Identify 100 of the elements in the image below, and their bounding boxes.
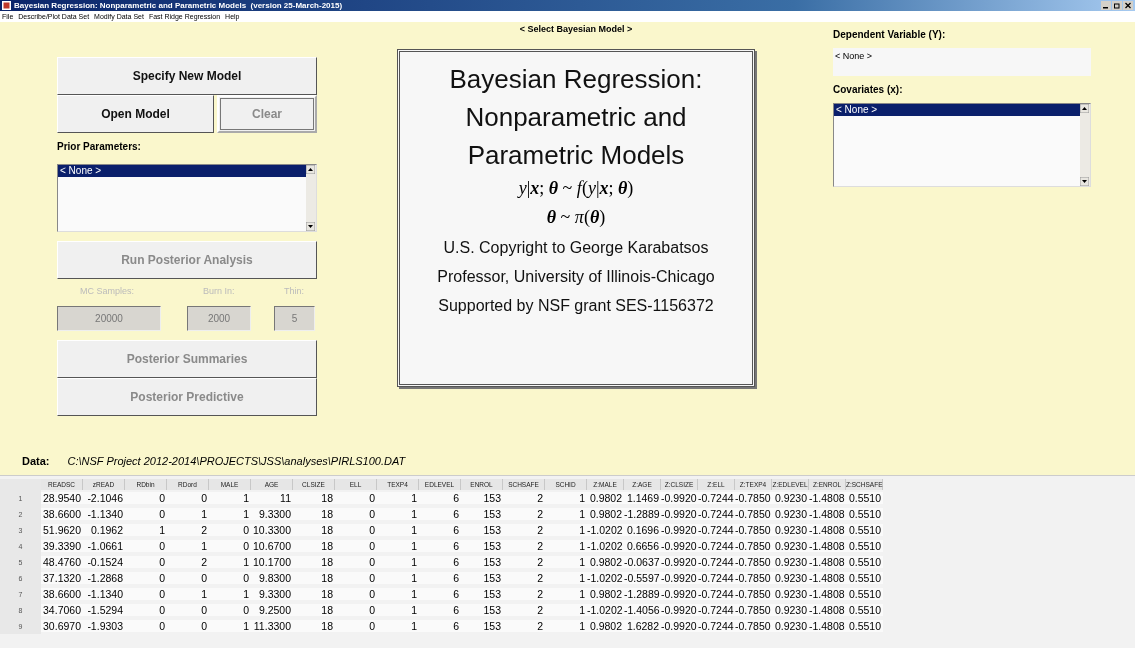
table-cell: -1.2889 [624, 508, 661, 520]
table-cell: -0.7850 [735, 572, 772, 584]
table-cell: -0.7244 [698, 524, 735, 536]
table-cell: 1 [545, 604, 587, 616]
table-cell: 0.9802 [587, 588, 624, 600]
restore-icon[interactable] [1112, 1, 1122, 10]
table-cell: 39.3390 [41, 540, 83, 552]
table-cell: 0 [167, 620, 209, 632]
table-cell: 0 [335, 620, 377, 632]
table-cell: 153 [461, 508, 503, 520]
scroll-up-icon[interactable] [1080, 104, 1089, 113]
table-cell: 6 [419, 588, 461, 600]
table-cell: -0.7850 [735, 620, 772, 632]
table-cell: -0.7244 [698, 540, 735, 552]
table-cell: 1 [167, 540, 209, 552]
table-cell: 0 [125, 556, 167, 568]
table-cell: 10.6700 [251, 540, 293, 552]
formula: y|x; θ ~ f(y|x; θ) [518, 178, 634, 199]
table-cell: 6 [419, 524, 461, 536]
table-cell: 153 [461, 588, 503, 600]
table-cell: 0.9230 [772, 588, 809, 600]
table-cell: 9.2500 [251, 604, 293, 616]
table-cell: 0 [125, 492, 167, 504]
scroll-down-icon[interactable] [1080, 177, 1089, 186]
scroll-up-icon[interactable] [306, 165, 315, 174]
table-cell: -2.1046 [83, 492, 125, 504]
table-cell: 1 [377, 492, 419, 504]
table-cell: -0.1524 [83, 556, 125, 568]
table-cell: 0.9802 [587, 508, 624, 520]
table-cell: 1 [377, 572, 419, 584]
table-cell: 0 [125, 540, 167, 552]
table-cell: 0 [335, 604, 377, 616]
table-cell: -0.7850 [735, 604, 772, 616]
table-cell: 1 [209, 508, 251, 520]
table-cell: 48.4760 [41, 556, 83, 568]
table-cell: 0 [209, 572, 251, 584]
table-cell: -0.7850 [735, 556, 772, 568]
specify-model-button[interactable]: Specify New Model [57, 57, 317, 95]
table-cell: 6 [419, 540, 461, 552]
open-model-button[interactable]: Open Model [57, 95, 214, 133]
table-cell: 18 [293, 524, 335, 536]
splash-title: Nonparametric and [465, 102, 687, 132]
table-cell: -0.7850 [735, 588, 772, 600]
table-cell: -0.5597 [624, 572, 661, 584]
table-cell: -0.0637 [624, 556, 661, 568]
table-cell: 1 [209, 556, 251, 568]
table-cell: -1.4808 [809, 620, 846, 632]
list-item[interactable]: < None > [58, 165, 306, 177]
table-cell: -1.4056 [624, 604, 661, 616]
table-cell: 0.9230 [772, 540, 809, 552]
table-cell: 0.9230 [772, 492, 809, 504]
table-cell: -0.9920 [661, 588, 698, 600]
table-cell: 2 [503, 604, 545, 616]
table-cell: 10.1700 [251, 556, 293, 568]
table-cell: 1 [545, 556, 587, 568]
table-cell: -1.0661 [83, 540, 125, 552]
table-cell: 0.5510 [846, 556, 883, 568]
table-cell: 1 [377, 588, 419, 600]
table-cell: 0 [125, 588, 167, 600]
minimize-icon[interactable] [1101, 1, 1111, 10]
table-cell: 6 [419, 492, 461, 504]
table-cell: 51.9620 [41, 524, 83, 536]
table-cell: 1 [545, 572, 587, 584]
scroll-down-icon[interactable] [306, 222, 315, 231]
dependent-variable-field[interactable]: < None > [833, 48, 1091, 76]
list-item[interactable]: < None > [834, 104, 1080, 116]
table-cell: -1.1340 [83, 588, 125, 600]
table-cell: 1 [377, 508, 419, 520]
table-cell: 2 [503, 572, 545, 584]
formula: θ ~ π(θ) [546, 207, 606, 228]
table-cell: 0.5510 [846, 540, 883, 552]
table-cell: 34.7060 [41, 604, 83, 616]
table-cell: 1.1469 [624, 492, 661, 504]
table-cell: 1 [377, 524, 419, 536]
table-cell: 0.5510 [846, 620, 883, 632]
table-cell: 0 [209, 524, 251, 536]
table-cell: 1 [545, 492, 587, 504]
table-cell: 18 [293, 588, 335, 600]
table-cell: -0.9920 [661, 492, 698, 504]
table-cell: 2 [167, 556, 209, 568]
table-cell: 30.6970 [41, 620, 83, 632]
table-cell: 2 [503, 524, 545, 536]
table-cell: 1 [545, 524, 587, 536]
table-cell: -0.7244 [698, 556, 735, 568]
model-selector[interactable]: < Select Bayesian Model > [519, 24, 633, 34]
covariates-list[interactable]: < None > [833, 103, 1091, 187]
table-cell: -1.5294 [83, 604, 125, 616]
table-cell: -1.1340 [83, 508, 125, 520]
table-cell: 10.3300 [251, 524, 293, 536]
table-cell: -1.4808 [809, 588, 846, 600]
window-title: Bayesian Regression: Nonparametric and Parametric Models (version 25-March-2015) [14, 1, 344, 10]
table-cell: 38.6600 [41, 508, 83, 520]
close-icon[interactable] [1123, 1, 1133, 10]
prior-parameters-list[interactable]: < None > [57, 164, 317, 232]
table-cell: 1 [545, 588, 587, 600]
table-cell: 0.9230 [772, 556, 809, 568]
table-cell: -0.7850 [735, 492, 772, 504]
table-cell: 0 [335, 572, 377, 584]
table-cell: 1 [209, 492, 251, 504]
table-cell: 2 [503, 540, 545, 552]
